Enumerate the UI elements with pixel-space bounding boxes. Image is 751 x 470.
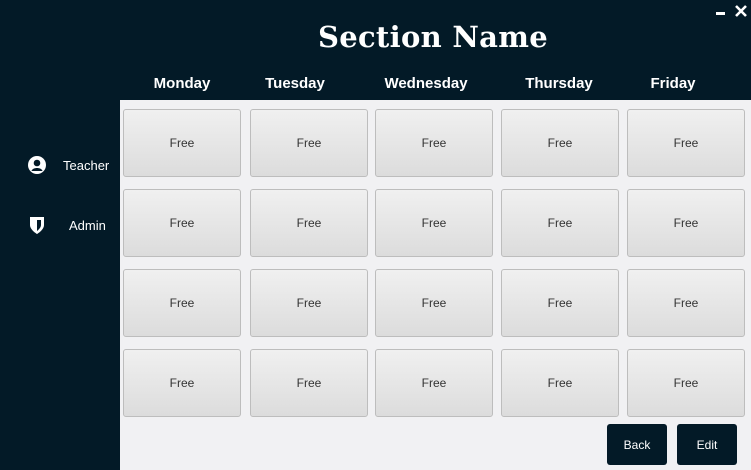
- day-header-monday: Monday: [153, 75, 211, 92]
- close-icon[interactable]: [733, 3, 749, 19]
- day-header-row: Monday Tuesday Wednesday Thursday Friday: [120, 72, 751, 100]
- time-slot[interactable]: Free: [123, 269, 241, 337]
- time-slot[interactable]: Free: [501, 269, 619, 337]
- back-button[interactable]: Back: [607, 424, 667, 465]
- time-slot[interactable]: Free: [375, 109, 493, 177]
- time-slot[interactable]: Free: [123, 189, 241, 257]
- edit-button[interactable]: Edit: [677, 424, 737, 465]
- time-slot[interactable]: Free: [627, 269, 745, 337]
- sidebar-item-label: Teacher: [63, 157, 110, 173]
- time-slot[interactable]: Free: [375, 349, 493, 417]
- day-header-thursday: Thursday: [525, 75, 593, 92]
- time-slot[interactable]: Free: [250, 189, 368, 257]
- time-slot[interactable]: Free: [627, 109, 745, 177]
- day-header-wednesday: Wednesday: [384, 75, 468, 92]
- day-header-tuesday: Tuesday: [265, 75, 325, 92]
- sidebar: Teacher Admin: [0, 0, 120, 470]
- sidebar-item-teacher[interactable]: Teacher: [22, 151, 110, 179]
- day-header-friday: Friday: [650, 75, 696, 92]
- time-slot[interactable]: Free: [250, 109, 368, 177]
- schedule-grid: Free Free Free Free Free Free Free Free …: [120, 100, 751, 470]
- time-slot[interactable]: Free: [250, 349, 368, 417]
- time-slot[interactable]: Free: [123, 109, 241, 177]
- sidebar-item-label: Admin: [69, 217, 106, 233]
- time-slot[interactable]: Free: [627, 349, 745, 417]
- time-slot[interactable]: Free: [375, 269, 493, 337]
- shield-icon: [28, 215, 46, 235]
- time-slot[interactable]: Free: [375, 189, 493, 257]
- time-slot[interactable]: Free: [501, 189, 619, 257]
- time-slot[interactable]: Free: [250, 269, 368, 337]
- time-slot[interactable]: Free: [627, 189, 745, 257]
- time-slot[interactable]: Free: [501, 109, 619, 177]
- time-slot[interactable]: Free: [501, 349, 619, 417]
- time-slot[interactable]: Free: [123, 349, 241, 417]
- user-circle-icon: [27, 155, 47, 175]
- sidebar-item-admin[interactable]: Admin: [22, 211, 110, 239]
- minimize-icon[interactable]: [713, 3, 729, 19]
